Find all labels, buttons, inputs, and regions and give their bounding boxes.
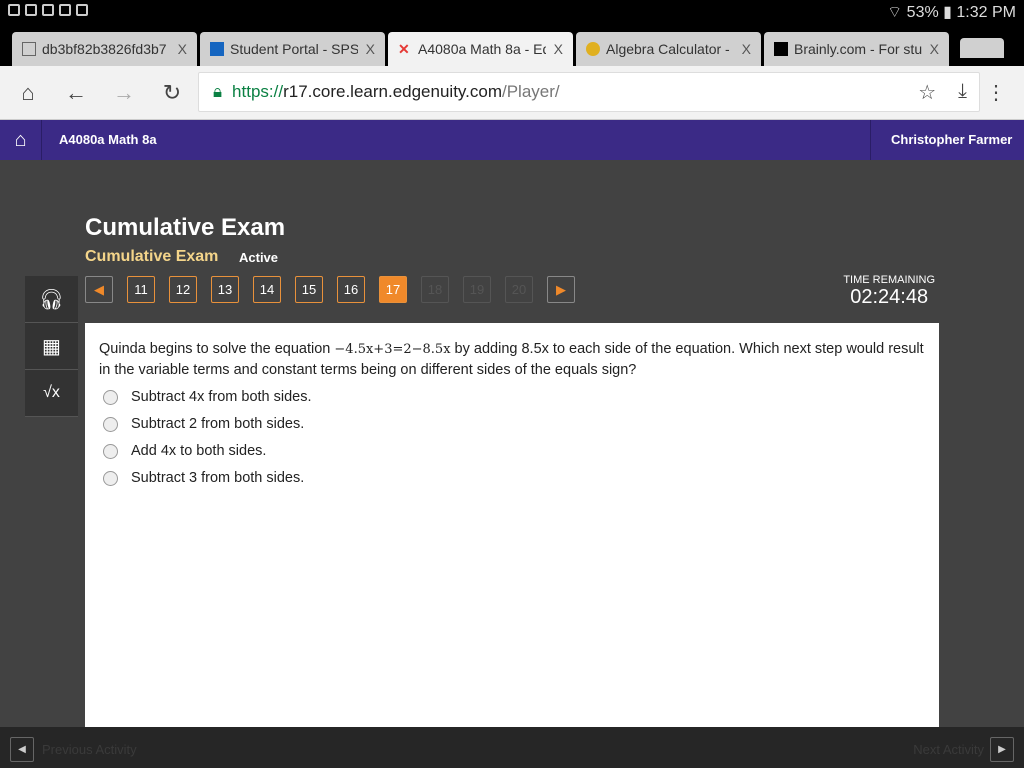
calculator-icon[interactable]: ▦ [25,323,78,370]
close-tab-icon[interactable]: X [930,41,939,57]
next-question-button[interactable]: ▶ [547,276,575,303]
previous-activity-button[interactable]: ◀ [10,737,34,762]
home-button[interactable]: ⌂ [0,120,42,160]
question-15[interactable]: 15 [295,276,323,303]
battery-level: 53% [906,4,939,21]
tab-3-active[interactable]: ✕ A4080a Math 8a - Ed X [388,32,573,66]
tab-2[interactable]: Student Portal - SPS X [200,32,385,66]
address-bar[interactable]: 🔒︎ https://r17.core.learn.edgenuity.com /… [198,72,980,112]
prev-question-button[interactable]: ◀ [85,276,113,303]
user-name[interactable]: Christopher Farmer [870,120,1024,160]
edgenuity-icon: ✕ [398,41,410,57]
tab-1[interactable]: db3bf82b3826fd3b7 X [12,32,197,66]
timer: TIME REMAINING 02:24:48 [843,274,935,308]
answer-option[interactable]: Subtract 3 from both sides. [103,468,925,489]
close-tab-icon[interactable]: X [742,41,751,57]
question-navigator: ◀ 11 12 13 14 15 16 17 18 19 20 ▶ [85,276,575,303]
answer-option[interactable]: Subtract 2 from both sides. [103,414,925,435]
reload-icon[interactable]: ↻ [148,80,196,106]
question-20: 20 [505,276,533,303]
document-icon [22,42,36,56]
close-tab-icon[interactable]: X [366,41,375,57]
radio-button[interactable] [103,471,118,486]
page-title: Cumulative Exam [85,214,286,241]
brainly-icon [774,42,788,56]
question-17-current[interactable]: 17 [379,276,407,303]
question-13[interactable]: 13 [211,276,239,303]
activity-subtitle: Cumulative Exam [85,248,219,265]
course-title: A4080a Math 8a [59,132,157,147]
question-18: 18 [421,276,449,303]
close-tab-icon[interactable]: X [178,41,187,57]
question-text: Quinda begins to solve the equation −4.5… [99,341,924,378]
activity-footer: ◀ Previous Activity Next Activity ▶ [0,727,1024,768]
forward-icon[interactable]: → [100,80,148,106]
new-tab-button[interactable] [960,38,1004,58]
notification-icons [8,3,93,21]
home-icon: ⌂ [14,128,27,151]
status-badge: Active [239,250,279,265]
radio-button[interactable] [103,444,118,459]
question-panel: Quinda begins to solve the equation −4.5… [85,323,939,727]
tool-sidebar: 🎧︎ ▦ √x [25,276,78,417]
home-icon[interactable]: ⌂ [4,80,52,106]
previous-activity-label[interactable]: Previous Activity [42,742,137,757]
question-16[interactable]: 16 [337,276,365,303]
question-11[interactable]: 11 [127,276,155,303]
question-19: 19 [463,276,491,303]
tab-5[interactable]: Brainly.com - For stu X [764,32,949,66]
answer-option[interactable]: Subtract 4x from both sides. [103,387,925,408]
calculator-site-icon [586,42,600,56]
headphones-icon[interactable]: 🎧︎ [25,276,78,323]
equation: −4.5x+3=2−8.5x [334,342,451,357]
next-activity-label[interactable]: Next Activity [913,742,984,757]
download-icon[interactable]: ⤓ [958,80,967,105]
status-bar: ⌔ 53% ▮ 1:32 PM [0,0,1024,24]
question-14[interactable]: 14 [253,276,281,303]
wifi-icon: ⌔ [887,4,903,21]
more-menu-icon[interactable]: ⋮ [986,80,1006,105]
radio-button[interactable] [103,390,118,405]
formula-sqrt-icon[interactable]: √x [25,370,78,417]
answer-option[interactable]: Add 4x to both sides. [103,441,925,462]
back-icon[interactable]: ← [52,80,100,106]
radio-button[interactable] [103,417,118,432]
tab-strip: db3bf82b3826fd3b7 X Student Portal - SPS X… [0,24,1024,66]
clock: 1:32 PM [956,4,1016,21]
tab-4[interactable]: Algebra Calculator -X [576,32,761,66]
star-icon[interactable]: ☆ [918,80,936,105]
next-activity-button[interactable]: ▶ [990,737,1014,762]
lock-icon: 🔒︎ [213,82,223,101]
course-header: ⌂ A4080a Math 8a Christopher Farmer [0,120,1024,160]
question-12[interactable]: 12 [169,276,197,303]
student-portal-icon [210,42,224,56]
close-tab-icon[interactable]: X [554,41,563,57]
